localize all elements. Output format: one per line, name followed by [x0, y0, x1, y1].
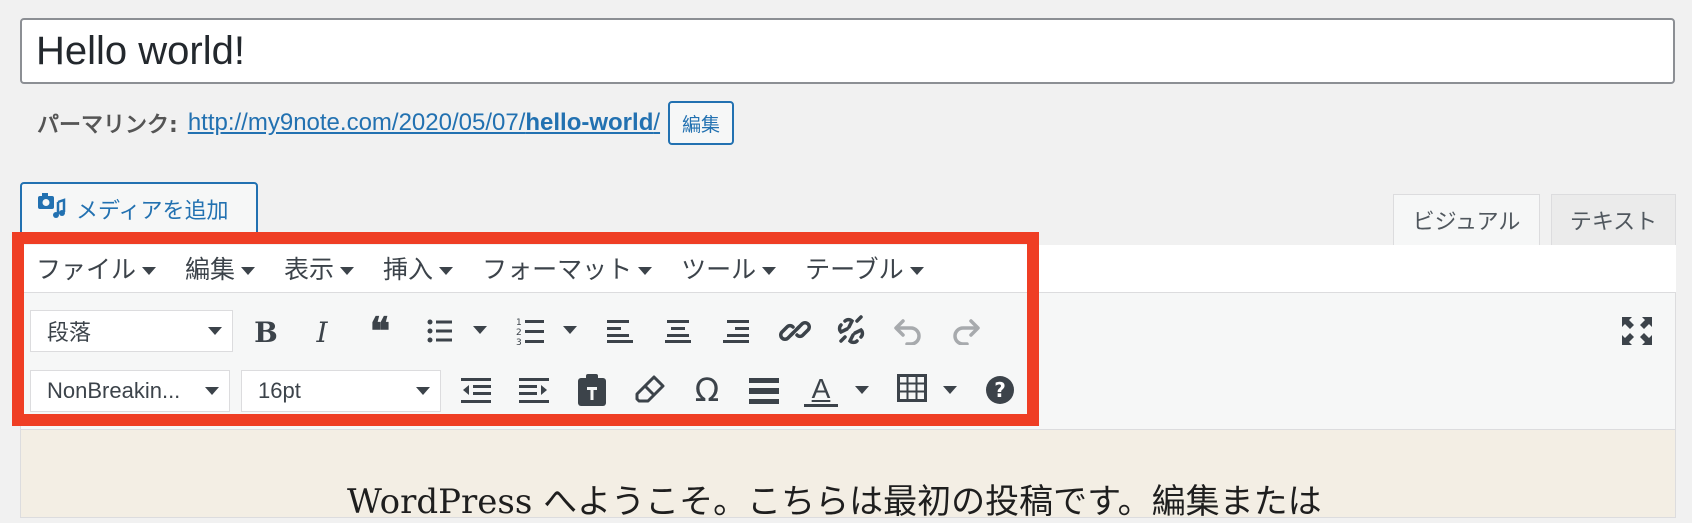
format-select-value: 段落: [47, 320, 92, 345]
text-color-swatch: [804, 403, 838, 407]
chevron-down-icon: [208, 327, 222, 335]
menu-insert[interactable]: 挿入: [383, 250, 454, 286]
chevron-down-icon: [241, 267, 256, 275]
blockquote-icon[interactable]: ❝: [364, 308, 396, 353]
menu-table-label: テーブル: [805, 255, 904, 284]
help-icon[interactable]: ?: [986, 376, 1014, 404]
editor-content[interactable]: WordPress へようこそ。こちらは最初の投稿です。編集または: [20, 430, 1676, 522]
menu-file-label: ファイル: [36, 255, 137, 284]
menu-insert-label: 挿入: [383, 255, 434, 284]
fullscreen-icon[interactable]: [1620, 314, 1654, 348]
menu-format[interactable]: フォーマット: [482, 250, 653, 286]
chevron-down-icon: [762, 267, 777, 275]
align-right-icon[interactable]: [722, 314, 750, 348]
text-color-glyph: A: [811, 372, 831, 404]
menu-tools[interactable]: ツール: [681, 250, 777, 286]
table-icon[interactable]: [896, 372, 928, 404]
font-family-select-value: NonBreakin...: [47, 378, 181, 403]
numbered-list-icon[interactable]: 123: [516, 314, 546, 348]
link-icon[interactable]: [778, 312, 812, 350]
permalink-link[interactable]: http://my9note.com/2020/05/07/hello-worl…: [188, 109, 660, 137]
menu-tools-label: ツール: [681, 255, 757, 284]
add-media-label: メディアを追加: [76, 199, 229, 224]
clear-formatting-icon[interactable]: [634, 372, 666, 408]
editor-content-line: WordPress へようこそ。こちらは最初の投稿です。編集または: [347, 482, 1322, 522]
svg-text:3: 3: [516, 338, 522, 346]
menu-edit-label: 編集: [185, 255, 236, 284]
format-select[interactable]: 段落: [30, 310, 233, 352]
menu-view[interactable]: 表示: [284, 250, 355, 286]
chevron-down-icon: [340, 267, 355, 275]
undo-icon[interactable]: [892, 312, 924, 350]
chevron-down-icon[interactable]: [562, 320, 578, 340]
chevron-down-icon: [142, 267, 157, 275]
add-media-button[interactable]: メディアを追加: [20, 182, 258, 236]
menu-table[interactable]: テーブル: [805, 250, 924, 286]
post-title-input[interactable]: Hello world!: [20, 18, 1675, 84]
font-family-select[interactable]: NonBreakin...: [30, 370, 230, 412]
redo-icon[interactable]: [950, 312, 982, 350]
menu-file[interactable]: ファイル: [36, 250, 157, 286]
special-character-icon[interactable]: Ω: [690, 371, 724, 409]
tab-text[interactable]: テキスト: [1551, 194, 1676, 246]
permalink-bar: パーマリンク: http://my9note.com/2020/05/07/he…: [37, 100, 735, 146]
chevron-down-icon: [416, 387, 430, 395]
bullet-list-icon[interactable]: [426, 314, 454, 348]
paste-text-icon[interactable]: [576, 372, 608, 408]
permalink-url-slug: hello-world: [525, 109, 654, 136]
chevron-down-icon: [439, 267, 454, 275]
chevron-down-icon[interactable]: [472, 320, 488, 340]
permalink-edit-button[interactable]: 編集: [668, 101, 735, 145]
horizontal-line-icon[interactable]: [748, 376, 780, 406]
indent-icon[interactable]: [518, 374, 550, 408]
outdent-icon[interactable]: [460, 374, 492, 408]
chevron-down-icon[interactable]: [854, 380, 870, 400]
add-media-icon: [36, 192, 66, 226]
menu-edit[interactable]: 編集: [185, 250, 256, 286]
chevron-down-icon[interactable]: [942, 380, 958, 400]
permalink-url-prefix: http://my9note.com/2020/05/07/: [187, 109, 526, 136]
italic-icon[interactable]: I: [308, 312, 336, 352]
permalink-label: パーマリンク:: [37, 113, 178, 138]
align-left-icon[interactable]: [606, 314, 634, 348]
menu-view-label: 表示: [284, 255, 335, 284]
bold-icon[interactable]: B: [252, 312, 280, 352]
font-size-select[interactable]: 16pt: [241, 370, 441, 412]
tab-visual[interactable]: ビジュアル: [1393, 194, 1540, 246]
text-color-icon[interactable]: A: [804, 370, 838, 410]
font-size-select-value: 16pt: [258, 378, 301, 403]
editor-menubar: ファイル 編集 表示 挿入 フォーマット ツール テーブル: [36, 248, 924, 288]
align-center-icon[interactable]: [664, 314, 692, 348]
chevron-down-icon: [205, 387, 219, 395]
menu-format-label: フォーマット: [482, 255, 633, 284]
chevron-down-icon: [638, 267, 653, 275]
chevron-down-icon: [909, 267, 924, 275]
svg-text:1: 1: [516, 318, 522, 328]
permalink-url-suffix: /: [653, 109, 661, 136]
svg-text:2: 2: [516, 328, 522, 338]
unlink-icon[interactable]: [834, 312, 868, 350]
